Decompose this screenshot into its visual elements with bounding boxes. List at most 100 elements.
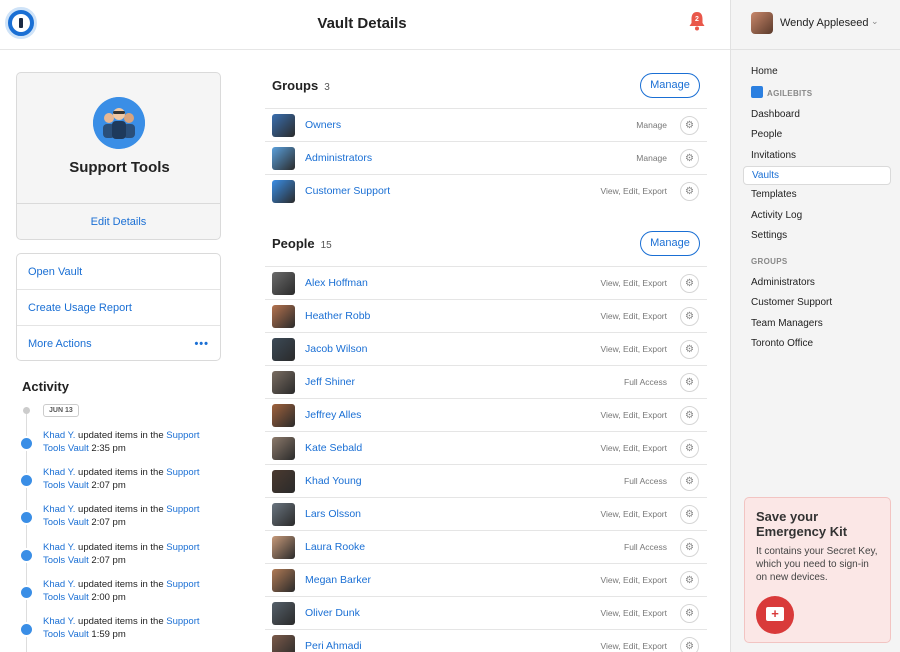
activity-vault-link[interactable]: Support <box>166 616 199 627</box>
sidebar-item-toronto-office[interactable]: Toronto Office <box>731 334 900 355</box>
person-name-peri-ahmadi[interactable]: Peri Ahmadi <box>305 640 362 652</box>
activity-user-icon <box>19 473 34 489</box>
gear-icon[interactable]: ⚙ <box>680 182 699 201</box>
activity-user-link[interactable]: Khad Y. <box>43 542 75 553</box>
more-actions-button[interactable]: More Actions ••• <box>17 326 220 362</box>
sidebar-item-vaults[interactable]: Vaults <box>743 166 891 185</box>
group-name-customer-support[interactable]: Customer Support <box>305 185 390 197</box>
gear-icon[interactable]: ⚙ <box>680 116 699 135</box>
person-name-lars-olsson[interactable]: Lars Olsson <box>305 508 361 520</box>
more-actions-label: More Actions <box>28 338 92 350</box>
team-building-icon <box>751 86 763 99</box>
activity-vault-link[interactable]: Support <box>166 467 199 478</box>
gear-icon[interactable]: ⚙ <box>680 149 699 168</box>
person-name-jacob-wilson[interactable]: Jacob Wilson <box>305 343 367 355</box>
sidebar-item-activity-log[interactable]: Activity Log <box>731 206 900 227</box>
activity-vault-link[interactable]: Support <box>166 430 199 441</box>
gear-icon[interactable]: ⚙ <box>680 439 699 458</box>
group-name-administrators[interactable]: Administrators <box>305 152 372 164</box>
open-vault-button[interactable]: Open Vault <box>17 254 220 290</box>
gear-icon[interactable]: ⚙ <box>680 637 699 652</box>
person-row: Jeffrey Alles View, Edit, Export ⚙ <box>265 398 707 431</box>
activity-vault-link[interactable]: Tools Vault <box>43 443 89 454</box>
sidebar-item-administrators[interactable]: Administrators <box>731 273 900 294</box>
manage-groups-button[interactable]: Manage <box>640 73 700 98</box>
activity-vault-link[interactable]: Tools Vault <box>43 517 89 528</box>
person-name-megan-barker[interactable]: Megan Barker <box>305 574 371 586</box>
gear-icon[interactable]: ⚙ <box>680 373 699 392</box>
manage-people-button[interactable]: Manage <box>640 231 700 256</box>
activity-user-icon <box>19 436 34 451</box>
activity-vault-link[interactable]: Tools Vault <box>43 592 89 603</box>
group-name-owners[interactable]: Owners <box>305 119 341 131</box>
activity-vault-link[interactable]: Tools Vault <box>43 555 89 566</box>
person-name-oliver-dunk[interactable]: Oliver Dunk <box>305 607 360 619</box>
permission-label: View, Edit, Export <box>600 575 667 585</box>
person-avatar <box>272 272 295 295</box>
people-heading: People 15 <box>272 236 332 251</box>
activity-vault-link[interactable]: Support <box>166 579 199 590</box>
activity-vault-link[interactable]: Support <box>166 542 199 553</box>
people-count: 15 <box>320 240 332 251</box>
sidebar-team-label: AGILEBITS <box>731 83 900 105</box>
sidebar-item-people[interactable]: People <box>731 125 900 146</box>
sidebar-item-templates[interactable]: Templates <box>731 185 900 206</box>
notifications-bell-icon[interactable]: 2 <box>688 11 706 31</box>
gear-icon[interactable]: ⚙ <box>680 307 699 326</box>
permission-label: View, Edit, Export <box>600 186 667 196</box>
gear-icon[interactable]: ⚙ <box>680 604 699 623</box>
gear-icon[interactable]: ⚙ <box>680 406 699 425</box>
gear-icon[interactable]: ⚙ <box>680 505 699 524</box>
sidebar-item-customer-support[interactable]: Customer Support <box>731 293 900 314</box>
activity-user-link[interactable]: Khad Y. <box>43 579 75 590</box>
activity-user-link[interactable]: Khad Y. <box>43 616 75 627</box>
permission-label: View, Edit, Export <box>600 443 667 453</box>
person-name-kate-sebald[interactable]: Kate Sebald <box>305 442 362 454</box>
activity-vault-link[interactable]: Support <box>166 504 199 515</box>
timeline-start-dot <box>23 407 30 414</box>
sidebar-nav: Home AGILEBITS Dashboard People Invitations V… <box>731 62 900 355</box>
group-avatar-icon <box>272 147 295 170</box>
sidebar-item-settings[interactable]: Settings <box>731 226 900 247</box>
notification-count-badge: 2 <box>695 16 699 23</box>
gear-icon[interactable]: ⚙ <box>680 472 699 491</box>
user-name: Wendy Appleseed <box>780 17 869 29</box>
person-avatar <box>272 503 295 526</box>
activity-time: 2:07 pm <box>91 480 126 492</box>
gear-icon[interactable]: ⚙ <box>680 340 699 359</box>
permission-label: Full Access <box>624 542 667 552</box>
create-usage-report-button[interactable]: Create Usage Report <box>17 290 220 326</box>
activity-vault-link[interactable]: Tools Vault <box>43 480 89 491</box>
activity-user-link[interactable]: Khad Y. <box>43 430 75 441</box>
person-name-laura-rooke[interactable]: Laura Rooke <box>305 541 365 553</box>
person-row: Peri Ahmadi View, Edit, Export ⚙ <box>265 629 707 652</box>
person-name-alex-hoffman[interactable]: Alex Hoffman <box>305 277 368 289</box>
person-avatar <box>272 371 295 394</box>
person-avatar <box>272 569 295 592</box>
activity-vault-link[interactable]: Tools Vault <box>43 629 89 640</box>
activity-time: 2:00 pm <box>91 591 126 603</box>
sidebar-item-dashboard[interactable]: Dashboard <box>731 105 900 126</box>
gear-icon[interactable]: ⚙ <box>680 538 699 557</box>
activity-item: Khad Y. updated items in the Support Tool… <box>43 578 223 604</box>
person-name-jeffrey-alles[interactable]: Jeffrey Alles <box>305 409 361 421</box>
activity-user-link[interactable]: Khad Y. <box>43 504 75 515</box>
gear-icon[interactable]: ⚙ <box>680 274 699 293</box>
user-menu[interactable]: Wendy Appleseed ⌄ <box>731 0 900 50</box>
sidebar-item-team-managers[interactable]: Team Managers <box>731 314 900 335</box>
gear-icon[interactable]: ⚙ <box>680 571 699 590</box>
permission-label: View, Edit, Export <box>600 344 667 354</box>
person-name-khad-young[interactable]: Khad Young <box>305 475 362 487</box>
emergency-kit-card[interactable]: Save your Emergency Kit It contains your… <box>744 497 891 643</box>
person-name-heather-robb[interactable]: Heather Robb <box>305 310 370 322</box>
person-row: Jacob Wilson View, Edit, Export ⚙ <box>265 332 707 365</box>
edit-details-button[interactable]: Edit Details <box>17 203 220 240</box>
sidebar-item-invitations[interactable]: Invitations <box>731 146 900 167</box>
permission-label: Manage <box>636 120 667 130</box>
chevron-down-icon: ⌄ <box>871 16 879 26</box>
activity-user-link[interactable]: Khad Y. <box>43 467 75 478</box>
person-row: Laura Rooke Full Access ⚙ <box>265 530 707 563</box>
vault-actions: Open Vault Create Usage Report More Acti… <box>16 253 221 361</box>
person-name-jeff-shiner[interactable]: Jeff Shiner <box>305 376 355 388</box>
sidebar-item-home[interactable]: Home <box>731 62 900 83</box>
